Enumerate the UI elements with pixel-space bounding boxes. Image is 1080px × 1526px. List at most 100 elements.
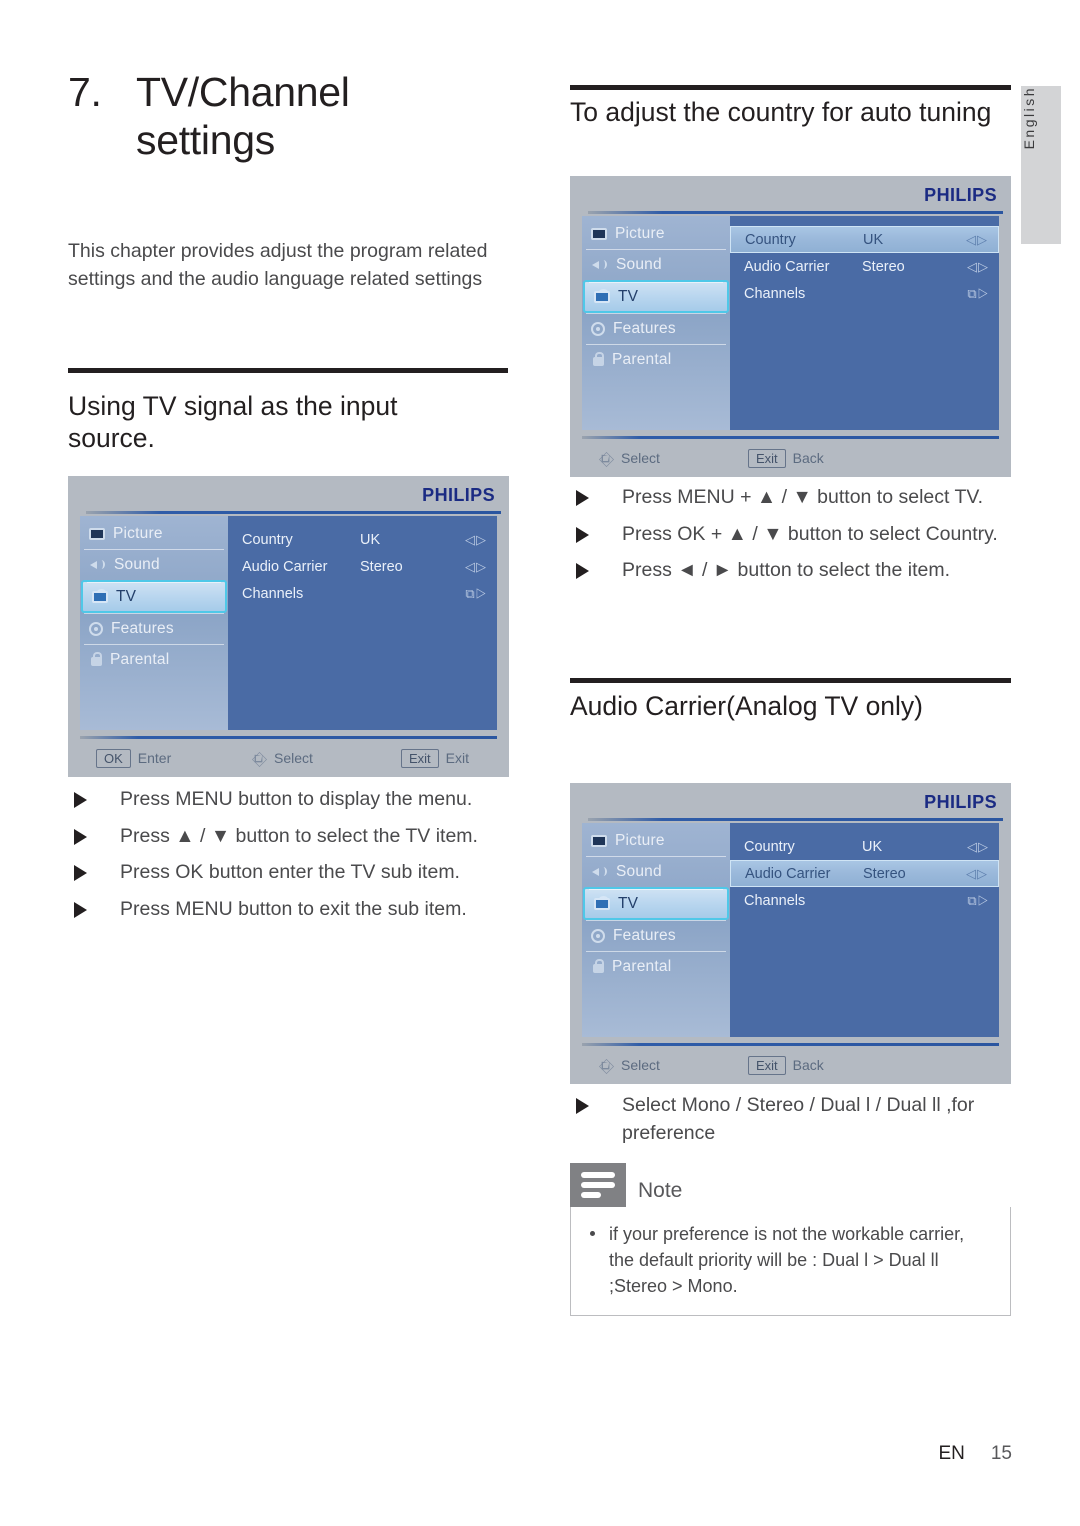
sound-icon	[89, 558, 106, 572]
osd-footer-action: Select	[621, 1057, 660, 1073]
osd-options-panel: Country UK ◁▷ Audio Carrier Stereo ◁▷ Ch…	[730, 823, 999, 1037]
osd-option-value: UK	[863, 231, 884, 248]
tv-icon	[92, 589, 108, 603]
osd-sidebar: Picture Sound TV Features Parental	[582, 823, 730, 1037]
section-heading-input-source: Using TV signal as the input source.	[68, 391, 398, 454]
osd-option-key: Country	[744, 838, 795, 855]
osd-option-audio-carrier[interactable]: Audio Carrier Stereo ◁▷	[730, 253, 999, 280]
osd-footer: Select Exit Back	[570, 439, 1011, 477]
osd-sidebar-item-features[interactable]: Features	[582, 920, 730, 951]
language-tab: English	[1021, 86, 1061, 244]
left-right-arrows-icon[interactable]: ◁▷	[465, 532, 487, 548]
osd-top-divider	[588, 211, 1003, 214]
osd-sidebar-item-parental[interactable]: Parental	[582, 951, 730, 982]
list-item: Press OK + ▲ / ▼ button to select Countr…	[570, 521, 1011, 549]
osd-option-channels[interactable]: Channels ⧉▷	[730, 887, 999, 914]
left-right-arrows-icon[interactable]: ◁▷	[967, 259, 989, 275]
bullet-triangle-icon	[576, 1098, 589, 1114]
exit-keycap: Exit	[748, 448, 786, 468]
osd-options-panel: Country UK ◁▷ Audio Carrier Stereo ◁▷ Ch…	[730, 216, 999, 430]
osd-sidebar-item-features[interactable]: Features	[582, 313, 730, 344]
osd-sidebar: Picture Sound TV Features Parental	[582, 216, 730, 430]
list-item-text: Press ◄ / ► button to select the item.	[622, 559, 950, 582]
instruction-list-country: Press MENU + ▲ / ▼ button to select TV. …	[570, 484, 1011, 585]
note-label: Note	[638, 1179, 683, 1202]
list-item: Press ◄ / ► button to select the item.	[570, 557, 1011, 585]
nav-diamond-icon	[251, 751, 266, 766]
section-rule	[570, 678, 1011, 683]
osd-footer-action: Select	[274, 750, 313, 766]
list-item-text: Press ▲ / ▼ button to select the TV item…	[120, 824, 478, 847]
osd-sidebar-label: TV	[116, 587, 137, 605]
list-item-text: Press MENU button to display the menu.	[120, 788, 473, 810]
osd-footer-action: Exit	[445, 750, 470, 766]
osd-footer-action: Select	[621, 450, 660, 466]
osd-sidebar-label: Features	[613, 319, 676, 337]
note-item-text: if your preference is not the workable c…	[609, 1224, 965, 1297]
osd-sidebar-item-parental[interactable]: Parental	[80, 644, 228, 675]
bullet-triangle-icon	[576, 490, 589, 506]
osd-option-country[interactable]: Country UK ◁▷	[228, 526, 497, 553]
osd-sidebar-label: Parental	[110, 650, 170, 668]
osd-screenshot-country-selected: PHILIPS Picture Sound TV Features Parent…	[570, 176, 1011, 477]
osd-sidebar-label: Parental	[612, 350, 672, 368]
submenu-arrow-icon[interactable]: ⧉▷	[967, 286, 989, 302]
note-header: Note	[570, 1163, 1011, 1207]
osd-screenshot-tv-menu: PHILIPS Picture Sound TV Features Parent…	[68, 476, 509, 777]
osd-option-key: Channels	[242, 585, 304, 602]
left-right-arrows-icon[interactable]: ◁▷	[966, 232, 988, 248]
bullet-triangle-icon	[576, 526, 589, 543]
submenu-arrow-icon[interactable]: ⧉▷	[967, 893, 989, 909]
osd-sidebar-label: Parental	[612, 957, 672, 975]
note-icon	[570, 1163, 626, 1207]
osd-sidebar-item-tv[interactable]: TV	[81, 580, 227, 613]
osd-option-value: UK	[862, 838, 883, 855]
exit-keycap: Exit	[401, 748, 439, 768]
osd-option-key: Audio Carrier	[745, 865, 831, 882]
list-item: Press ▲ / ▼ button to select the TV item…	[68, 823, 511, 851]
left-right-arrows-icon[interactable]: ◁▷	[967, 839, 989, 855]
osd-option-key: Country	[745, 231, 796, 248]
chapter-title-text: TV/Channel settings	[136, 69, 350, 164]
osd-sidebar-item-sound[interactable]: Sound	[80, 549, 228, 580]
osd-sidebar-item-tv[interactable]: TV	[583, 280, 729, 313]
osd-footer-select: Select	[598, 1057, 748, 1073]
parental-icon	[593, 958, 604, 973]
osd-footer-action: Enter	[137, 750, 172, 766]
osd-sidebar-item-sound[interactable]: Sound	[582, 249, 730, 280]
osd-sidebar-item-picture[interactable]: Picture	[80, 518, 228, 549]
picture-icon	[89, 527, 105, 540]
osd-sidebar-item-picture[interactable]: Picture	[582, 825, 730, 856]
osd-sidebar-item-picture[interactable]: Picture	[582, 218, 730, 249]
chapter-intro: This chapter provides adjust the program…	[68, 240, 488, 290]
osd-top-divider	[86, 511, 501, 514]
osd-option-channels[interactable]: Channels ⧉▷	[228, 580, 497, 607]
osd-sidebar-item-features[interactable]: Features	[80, 613, 228, 644]
osd-option-value: Stereo	[863, 865, 906, 882]
left-right-arrows-icon[interactable]: ◁▷	[966, 866, 988, 882]
osd-sidebar: Picture Sound TV Features Parental	[80, 516, 228, 730]
osd-sidebar-label: Sound	[616, 862, 662, 880]
osd-screenshot-audio-carrier-selected: PHILIPS Picture Sound TV Features Parent…	[570, 783, 1011, 1084]
submenu-arrow-icon[interactable]: ⧉▷	[465, 586, 487, 602]
note-box: Note if your preference is not the worka…	[570, 1163, 1011, 1317]
osd-sidebar-item-sound[interactable]: Sound	[582, 856, 730, 887]
osd-option-country[interactable]: Country UK ◁▷	[730, 833, 999, 860]
page-number: 15	[990, 1443, 1012, 1464]
left-right-arrows-icon[interactable]: ◁▷	[465, 559, 487, 575]
osd-footer-exit: Exit Exit	[401, 748, 470, 768]
osd-sidebar-label: Features	[613, 926, 676, 944]
note-list-item: if your preference is not the workable c…	[587, 1221, 994, 1299]
osd-option-key: Channels	[744, 285, 806, 302]
osd-footer-action: Back	[792, 1057, 824, 1073]
osd-sidebar-item-tv[interactable]: TV	[583, 887, 729, 920]
section-heading-country: To adjust the country for auto tuning	[570, 97, 992, 127]
osd-sidebar-item-parental[interactable]: Parental	[582, 344, 730, 375]
language-tab-label: English	[1021, 86, 1037, 150]
bullet-triangle-icon	[576, 563, 589, 580]
osd-option-audio-carrier[interactable]: Audio Carrier Stereo ◁▷	[228, 553, 497, 580]
list-item-text: Press MENU button to exit the sub item.	[120, 898, 467, 921]
osd-option-country[interactable]: Country UK ◁▷	[730, 226, 999, 253]
osd-option-channels[interactable]: Channels ⧉▷	[730, 280, 999, 307]
osd-option-audio-carrier[interactable]: Audio Carrier Stereo ◁▷	[730, 860, 999, 887]
